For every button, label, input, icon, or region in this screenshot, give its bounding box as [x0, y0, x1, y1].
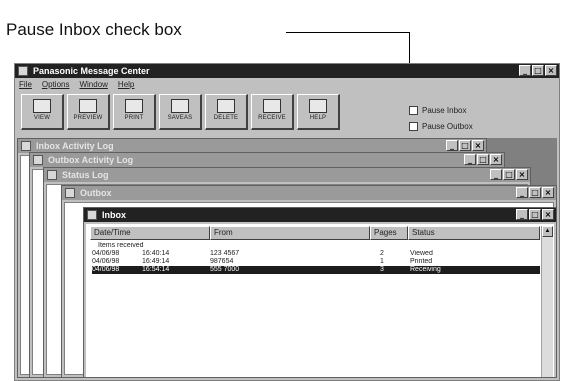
outbox-titlebar[interactable]: Outbox _ □ × — [62, 186, 556, 200]
row-from: 123 4567 — [210, 250, 240, 257]
row-pages: 3 — [380, 266, 384, 273]
preview-icon — [79, 99, 97, 113]
inbox-activity-log-title: Inbox Activity Log — [36, 141, 114, 151]
menu-help[interactable]: Help — [118, 80, 134, 92]
table-row-selected[interactable]: 04/06/98 16:54:14 555 7000 3 Receiving — [92, 266, 540, 274]
inbox-rows: Items received 04/06/98 16:40:14 123 456… — [92, 242, 540, 274]
inbox-activity-log-titlebar[interactable]: Inbox Activity Log _ □ × — [18, 139, 486, 153]
window-icon — [21, 141, 31, 151]
row-status: Receiving — [410, 266, 441, 273]
close-button[interactable]: × — [516, 169, 528, 180]
window-icon — [47, 170, 57, 180]
outbox-activity-log-title: Outbox Activity Log — [48, 155, 134, 165]
pause-inbox-label: Pause Inbox — [422, 106, 467, 115]
maximize-button[interactable]: □ — [532, 65, 544, 76]
column-status[interactable]: Status — [408, 226, 540, 240]
window-icon — [65, 188, 75, 198]
outbox-activity-log-titlebar[interactable]: Outbox Activity Log _ □ × — [30, 153, 504, 167]
help-button[interactable]: HELP — [297, 94, 340, 130]
callout-label: Pause Inbox check box — [6, 20, 182, 39]
save-as-icon — [171, 99, 189, 113]
menu-window[interactable]: Window — [79, 80, 107, 92]
delete-button[interactable]: DELETE — [205, 94, 248, 130]
minimize-button[interactable]: _ — [516, 187, 528, 198]
window-icon — [87, 210, 97, 220]
preview-button[interactable]: PREVIEW — [67, 94, 110, 130]
receive-button[interactable]: RECEIVE — [251, 94, 294, 130]
minimize-button[interactable]: _ — [490, 169, 502, 180]
close-button[interactable]: × — [542, 187, 554, 198]
receive-icon — [263, 99, 281, 113]
toolbar: VIEW PREVIEW PRINT SAVEAS DELETE RECEIVE… — [21, 94, 340, 130]
window-icon — [33, 155, 43, 165]
column-pages[interactable]: Pages — [370, 226, 408, 240]
main-titlebar[interactable]: Panasonic Message Center _ □ × — [15, 64, 559, 78]
save-as-button[interactable]: SAVEAS — [159, 94, 202, 130]
mdi-client-area: Inbox Activity Log _ □ × Outbox Activity… — [17, 138, 557, 378]
vertical-scrollbar[interactable]: ▲ — [541, 226, 553, 377]
callout-leader-line — [286, 32, 410, 33]
menu-bar: File Options Window Help — [17, 80, 134, 92]
main-window: Panasonic Message Center _ □ × File Opti… — [14, 63, 560, 381]
row-time: 16:40:14 — [142, 250, 170, 257]
maximize-button[interactable]: □ — [503, 169, 515, 180]
minimize-button[interactable]: _ — [519, 65, 531, 76]
view-button[interactable]: VIEW — [21, 94, 64, 130]
row-status: Viewed — [410, 250, 433, 257]
close-button[interactable]: × — [490, 154, 502, 165]
row-date: 04/06/98 — [92, 250, 120, 257]
row-time: 16:54:14 — [142, 266, 170, 273]
row-from: 987654 — [210, 258, 234, 265]
row-pages: 1 — [380, 258, 384, 265]
print-button[interactable]: PRINT — [113, 94, 156, 130]
menu-file[interactable]: File — [19, 80, 32, 92]
outbox-title: Outbox — [80, 188, 112, 198]
minimize-button[interactable]: _ — [516, 209, 528, 220]
app-icon[interactable] — [18, 66, 28, 76]
close-button[interactable]: × — [472, 140, 484, 151]
status-log-titlebar[interactable]: Status Log _ □ × — [44, 168, 530, 182]
maximize-button[interactable]: □ — [529, 187, 541, 198]
group-row: Items received — [92, 242, 540, 250]
inbox-titlebar[interactable]: Inbox _ □ × — [84, 208, 556, 222]
close-button[interactable]: × — [545, 65, 557, 76]
inbox-column-header: Date/Time From Pages Status — [90, 226, 540, 240]
printer-icon — [125, 99, 143, 113]
inbox-title: Inbox — [102, 210, 126, 220]
delete-icon — [217, 99, 235, 113]
column-from[interactable]: From — [210, 226, 370, 240]
pause-outbox-label: Pause Outbox — [422, 122, 473, 131]
app-title: Panasonic Message Center — [33, 66, 150, 76]
table-row[interactable]: 04/06/98 16:40:14 123 4567 2 Viewed — [92, 250, 540, 258]
maximize-button[interactable]: □ — [477, 154, 489, 165]
row-time: 16:49:14 — [142, 258, 170, 265]
close-button[interactable]: × — [542, 209, 554, 220]
status-log-title: Status Log — [62, 170, 109, 180]
group-label: Items received — [98, 242, 144, 249]
row-pages: 2 — [380, 250, 384, 257]
pause-outbox-checkbox[interactable] — [409, 122, 418, 131]
maximize-button[interactable]: □ — [529, 209, 541, 220]
maximize-button[interactable]: □ — [459, 140, 471, 151]
scroll-up-arrow-icon[interactable]: ▲ — [542, 226, 553, 237]
minimize-button[interactable]: _ — [464, 154, 476, 165]
pause-outbox-row[interactable]: Pause Outbox — [409, 122, 473, 131]
row-date: 04/06/98 — [92, 258, 120, 265]
view-icon — [33, 99, 51, 113]
row-status: Printed — [410, 258, 433, 265]
help-icon — [309, 99, 327, 113]
menu-options[interactable]: Options — [42, 80, 70, 92]
pause-inbox-row[interactable]: Pause Inbox — [409, 106, 466, 115]
table-row[interactable]: 04/06/98 16:49:14 987654 1 Printed — [92, 258, 540, 266]
inbox-list[interactable]: Date/Time From Pages Status Items receiv… — [86, 224, 554, 377]
column-date-time[interactable]: Date/Time — [90, 226, 210, 240]
row-date: 04/06/98 — [92, 266, 120, 273]
pause-inbox-checkbox[interactable] — [409, 106, 418, 115]
inbox-window[interactable]: Inbox _ □ × Date/Time From Pages Status … — [83, 207, 557, 378]
row-from: 555 7000 — [210, 266, 240, 273]
minimize-button[interactable]: _ — [446, 140, 458, 151]
